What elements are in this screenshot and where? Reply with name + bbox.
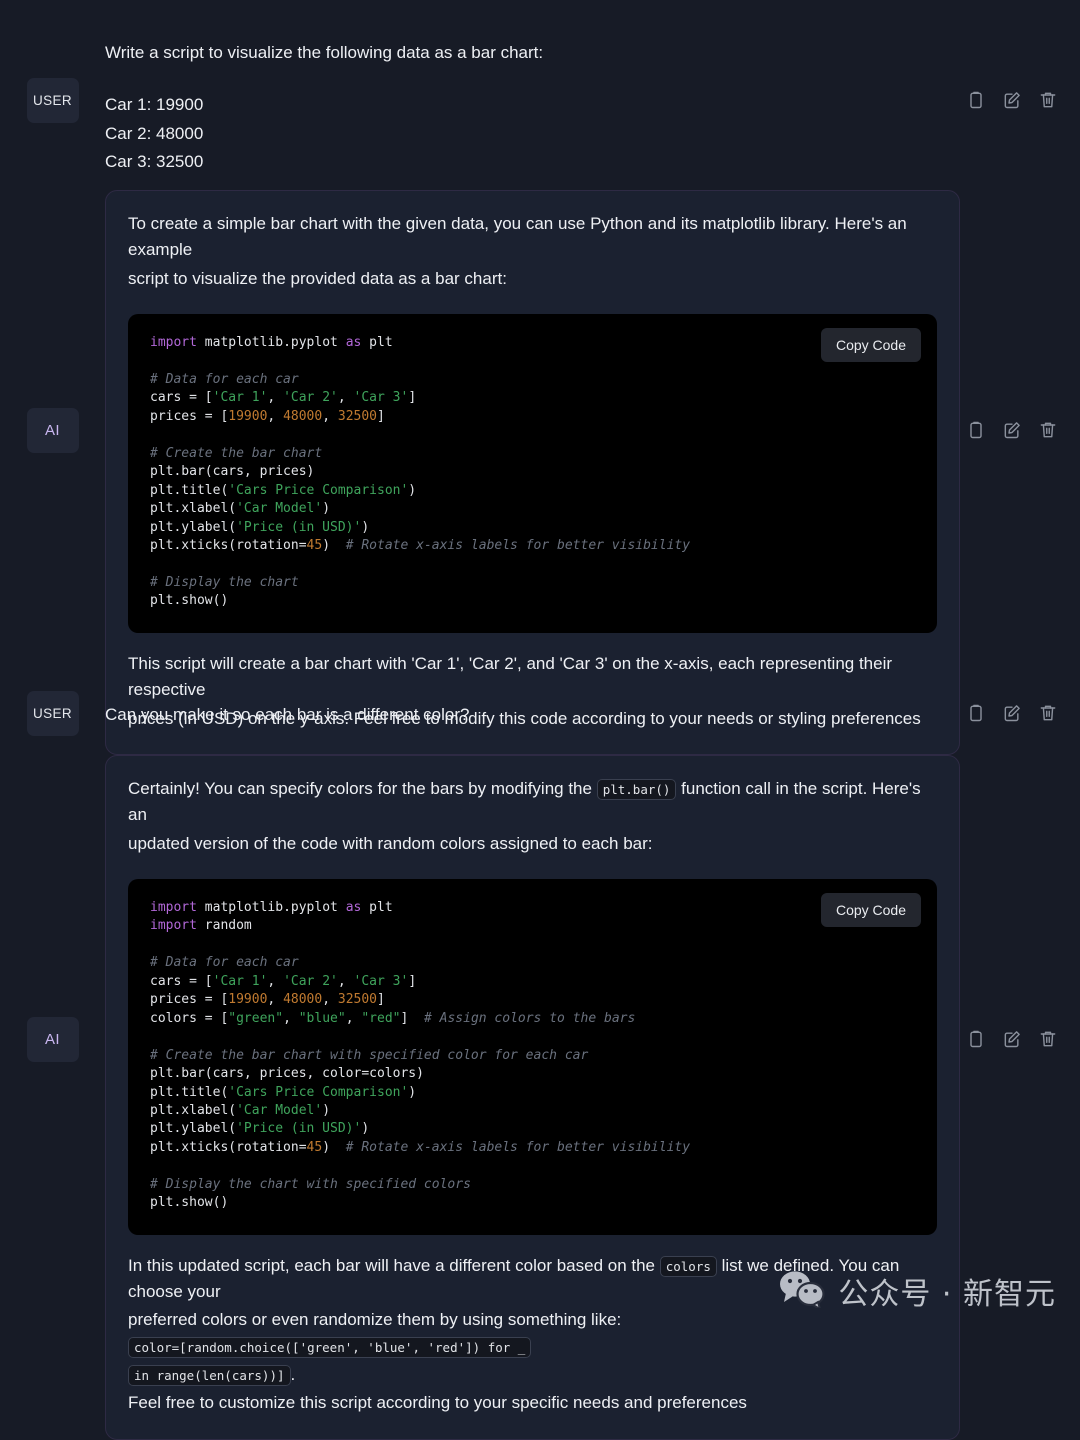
role-badge-column: AI <box>0 190 105 453</box>
message-body: Write a script to visualize the followin… <box>105 40 1080 177</box>
user-prompt-line: Write a script to visualize the followin… <box>105 40 960 66</box>
watermark: 公众号 · 新智元 <box>779 1269 1056 1313</box>
inline-code-random-choice-part1: color=[random.choice(['green', 'blue', '… <box>128 1337 531 1358</box>
copy-icon[interactable] <box>966 90 986 110</box>
copy-code-button[interactable]: Copy Code <box>821 893 921 927</box>
role-badge-ai: AI <box>27 408 79 453</box>
user-prompt-line: Can you make it so each bar is a differe… <box>105 702 960 728</box>
ai-outro-text-c: preferred colors or even randomize them … <box>128 1310 621 1329</box>
role-badge-ai: AI <box>27 1017 79 1062</box>
edit-icon[interactable] <box>1002 703 1022 723</box>
message-actions-user-1 <box>966 90 1058 110</box>
ai-message-bubble: To create a simple bar chart with the gi… <box>105 190 960 755</box>
edit-icon[interactable] <box>1002 90 1022 110</box>
ai-outro-period: . <box>291 1365 296 1384</box>
ai-outro-line: preferred colors or even randomize them … <box>128 1307 937 1360</box>
code-block-2: Copy Code import matplotlib.pyplot as pl… <box>128 879 937 1235</box>
delete-icon[interactable] <box>1038 703 1058 723</box>
message-body: Can you make it so each bar is a differe… <box>105 691 1080 728</box>
watermark-text: 公众号 · 新智元 <box>838 1269 1056 1313</box>
ai-outro-line: Feel free to customize this script accor… <box>128 1390 937 1416</box>
user-data-line: Car 3: 32500 <box>105 149 960 175</box>
copy-code-button[interactable]: Copy Code <box>821 328 921 362</box>
message-turn-user-2: USER Can you make it so each bar is a di… <box>0 691 1080 736</box>
edit-icon[interactable] <box>1002 420 1022 440</box>
user-data-line: Car 1: 19900 <box>105 92 960 118</box>
ai-intro-line: To create a simple bar chart with the gi… <box>128 211 937 264</box>
message-actions-user-2 <box>966 703 1058 723</box>
ai-intro-line: script to visualize the provided data as… <box>128 266 937 292</box>
inline-code-random-choice-part2: in range(len(cars))] <box>128 1365 291 1386</box>
message-turn-ai-1: AI To create a simple bar chart with the… <box>0 190 1080 755</box>
ai-intro-line: updated version of the code with random … <box>128 831 937 857</box>
message-body: Certainly! You can specify colors for th… <box>105 755 1080 1440</box>
copy-icon[interactable] <box>966 703 986 723</box>
role-badge-column: USER <box>0 691 105 736</box>
code-content: import matplotlib.pyplot as plt # Data f… <box>150 334 915 611</box>
ai-message-bubble: Certainly! You can specify colors for th… <box>105 755 960 1440</box>
inline-code-colors: colors <box>660 1256 717 1277</box>
copy-icon[interactable] <box>966 1029 986 1049</box>
delete-icon[interactable] <box>1038 90 1058 110</box>
role-badge-column: USER <box>0 40 105 123</box>
edit-icon[interactable] <box>1002 1029 1022 1049</box>
role-badge-user: USER <box>27 78 79 123</box>
ai-intro-line: Certainly! You can specify colors for th… <box>128 776 937 829</box>
message-turn-user-1: USER Write a script to visualize the fol… <box>0 40 1080 177</box>
chat-page: USER Write a script to visualize the fol… <box>0 0 1080 1335</box>
wechat-icon <box>779 1270 825 1313</box>
delete-icon[interactable] <box>1038 420 1058 440</box>
message-body: To create a simple bar chart with the gi… <box>105 190 1080 755</box>
delete-icon[interactable] <box>1038 1029 1058 1049</box>
user-message-text: Write a script to visualize the followin… <box>105 40 1080 175</box>
code-content: import matplotlib.pyplot as plt import r… <box>150 899 915 1213</box>
ai-outro-text-a: In this updated script, each bar will ha… <box>128 1256 660 1275</box>
role-badge-column: AI <box>0 755 105 1062</box>
message-turn-ai-2: AI Certainly! You can specify colors for… <box>0 755 1080 1440</box>
role-badge-user: USER <box>27 691 79 736</box>
copy-icon[interactable] <box>966 420 986 440</box>
ai-intro-text-a: Certainly! You can specify colors for th… <box>128 779 597 798</box>
code-block-1: Copy Code import matplotlib.pyplot as pl… <box>128 314 937 633</box>
ai-outro-line: in range(len(cars))]. <box>128 1362 937 1388</box>
user-data-line: Car 2: 48000 <box>105 121 960 147</box>
inline-code-plt-bar: plt.bar() <box>597 779 677 800</box>
message-actions-ai-1 <box>966 420 1058 440</box>
user-message-text: Can you make it so each bar is a differe… <box>105 691 1080 728</box>
message-actions-ai-2 <box>966 1029 1058 1049</box>
